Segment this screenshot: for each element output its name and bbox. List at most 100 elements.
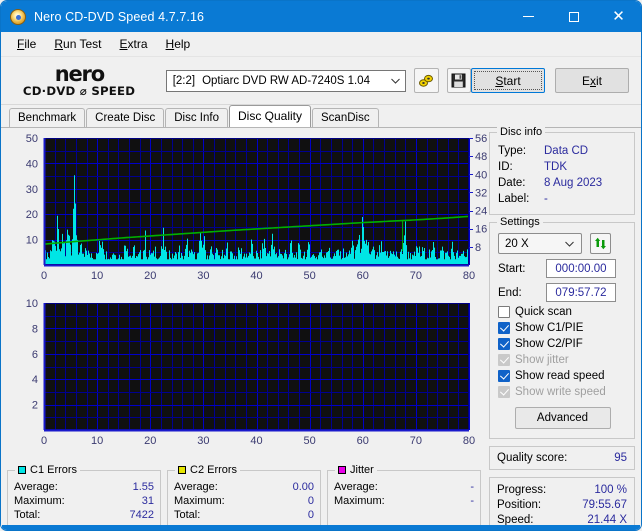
window-controls: ✕ xyxy=(506,1,641,32)
checkbox-show-jitter: Show jitter xyxy=(498,354,627,366)
settings-title: Settings xyxy=(497,216,543,228)
legend-c2-title: C2 Errors xyxy=(175,464,241,476)
tab-strip: Benchmark Create Disc Disc Info Disc Qua… xyxy=(1,105,641,127)
nero-disc-icon xyxy=(10,8,26,25)
progress-value: 100 % xyxy=(594,484,627,496)
c2-maximum-value: 0 xyxy=(307,495,314,507)
checkbox-show-c2-pif[interactable]: Show C2/PIF xyxy=(498,338,627,350)
svg-text:70: 70 xyxy=(410,270,422,282)
show-write-speed-label: Show write speed xyxy=(515,386,606,398)
svg-text:20: 20 xyxy=(144,270,156,282)
svg-text:8: 8 xyxy=(32,323,38,335)
speed-select[interactable]: 20 X xyxy=(498,233,582,254)
status-line-position: Position: 79:55.67 xyxy=(497,498,627,513)
svg-text:56: 56 xyxy=(475,133,487,145)
menu-item-extra-rest: xtra xyxy=(127,37,148,51)
refresh-button[interactable] xyxy=(590,233,611,254)
checkbox-show-write-speed: Show write speed xyxy=(498,386,627,398)
menu-item-run-test[interactable]: Run Test xyxy=(46,34,109,54)
c1-errors-chart[interactable]: 0 10 20 30 40 50 60 70 80 10 20 30 40 50 8 16 24 32 40 48 56 xyxy=(1,128,487,293)
start-position-row: Start: 000:00.00 xyxy=(498,259,627,278)
c1-errors-chart-svg: 0 10 20 30 40 50 60 70 80 10 20 30 40 50 8 16 24 32 40 48 56 xyxy=(26,133,487,282)
svg-text:10: 10 xyxy=(26,298,38,310)
legend-jitter-title: Jitter xyxy=(335,464,377,476)
svg-text:0: 0 xyxy=(41,270,47,282)
menu-item-help[interactable]: Help xyxy=(158,34,199,54)
show-c1-pie-label: Show C1/PIE xyxy=(515,322,584,334)
drive-select[interactable]: [2:2] Optiarc DVD RW AD-7240S 1.04 xyxy=(165,69,407,92)
progress-label: Progress: xyxy=(497,484,547,496)
c1-total-value: 7422 xyxy=(129,509,154,521)
start-position-input[interactable]: 000:00.00 xyxy=(546,259,616,278)
svg-text:50: 50 xyxy=(304,270,316,282)
disc-label-value: - xyxy=(544,193,548,205)
quality-score-box: Quality score: 95 xyxy=(489,446,635,470)
jitter-maximum-label: Maximum: xyxy=(334,495,385,507)
minimize-button[interactable] xyxy=(506,1,551,32)
jitter-color-swatch xyxy=(338,466,346,474)
chevron-down-icon xyxy=(385,71,405,91)
c2-average-value: 0.00 xyxy=(292,481,314,493)
menu-item-extra[interactable]: Extra xyxy=(112,34,156,54)
menu-item-file[interactable]: File xyxy=(9,34,44,54)
speed-select-value: 20 X xyxy=(505,237,529,250)
checkbox-quick-scan[interactable]: Quick scan xyxy=(498,306,627,318)
legend-line: Average: 1.55 xyxy=(14,480,154,494)
end-position-input[interactable]: 079:57.72 xyxy=(546,283,616,302)
c1-average-label: Average: xyxy=(14,481,58,493)
svg-text:60: 60 xyxy=(357,270,369,282)
exit-button[interactable]: Ex it xyxy=(555,68,629,93)
floppy-save-icon xyxy=(451,73,466,88)
checkbox-show-c1-pie[interactable]: Show C1/PIE xyxy=(498,322,627,334)
maximize-button[interactable] xyxy=(551,1,596,32)
settings-group: Settings 20 X Start: 000:00.00 End: 079:… xyxy=(489,216,635,439)
show-c1-pie-checkbox-icon xyxy=(498,322,510,334)
eject-disc-icon xyxy=(419,74,434,87)
show-c2-pif-label: Show C2/PIF xyxy=(515,338,583,350)
c2-errors-chart[interactable]: 0 10 20 30 40 50 60 70 80 2 4 6 8 10 xyxy=(1,293,487,458)
legend-line: Maximum: 31 xyxy=(14,494,154,508)
disc-label-label: Label: xyxy=(498,193,530,205)
svg-text:4: 4 xyxy=(32,374,38,386)
close-icon: ✕ xyxy=(612,7,625,25)
title-bar: Nero CD-DVD Speed 4.7.7.16 ✕ xyxy=(1,1,641,32)
disc-info-title: Disc info xyxy=(497,126,546,138)
tab-create-disc[interactable]: Create Disc xyxy=(86,108,165,127)
svg-text:0: 0 xyxy=(41,435,47,447)
show-jitter-label: Show jitter xyxy=(515,354,569,366)
save-button[interactable] xyxy=(446,68,471,93)
maximize-icon xyxy=(568,11,579,22)
status-line-progress: Progress: 100 % xyxy=(497,483,627,498)
tab-scandisc[interactable]: ScanDisc xyxy=(312,108,379,127)
logo-wordmark: nero xyxy=(54,61,105,86)
svg-text:80: 80 xyxy=(463,270,475,282)
speed-row: 20 X xyxy=(498,233,627,254)
checkbox-show-read-speed[interactable]: Show read speed xyxy=(498,370,627,382)
tab-benchmark[interactable]: Benchmark xyxy=(9,108,86,127)
svg-text:40: 40 xyxy=(26,158,38,170)
eject-disc-button[interactable] xyxy=(414,68,439,93)
svg-text:30: 30 xyxy=(197,435,209,447)
menu-bar: File Run Test Extra Help xyxy=(1,32,641,57)
end-position-row: End: 079:57.72 xyxy=(498,283,627,302)
close-button[interactable]: ✕ xyxy=(596,1,641,32)
disc-type-value: Data CD xyxy=(544,145,589,157)
chevron-down-icon xyxy=(559,235,579,252)
position-value: 79:55.67 xyxy=(582,499,627,511)
advanced-button[interactable]: Advanced xyxy=(514,407,611,429)
c1-maximum-value: 31 xyxy=(141,495,154,507)
drive-index: [2:2] xyxy=(172,74,196,87)
svg-text:32: 32 xyxy=(475,187,487,199)
svg-text:40: 40 xyxy=(250,435,262,447)
tab-disc-quality[interactable]: Disc Quality xyxy=(229,105,312,127)
start-button[interactable]: Start xyxy=(471,68,545,93)
tab-disc-info[interactable]: Disc Info xyxy=(165,108,228,127)
c1-color-swatch xyxy=(18,466,26,474)
info-pane: Disc info Type: Data CD ID: TDK Date: 8 Aug… xyxy=(487,126,641,530)
minimize-icon xyxy=(523,16,534,17)
c2-total-value: 0 xyxy=(307,509,314,521)
c2-maximum-label: Maximum: xyxy=(174,495,225,507)
disc-type-label: Type: xyxy=(498,145,527,157)
menu-item-file-rest: ile xyxy=(24,37,37,51)
disc-info-group: Disc info Type: Data CD ID: TDK Date: 8 Aug… xyxy=(489,126,635,215)
